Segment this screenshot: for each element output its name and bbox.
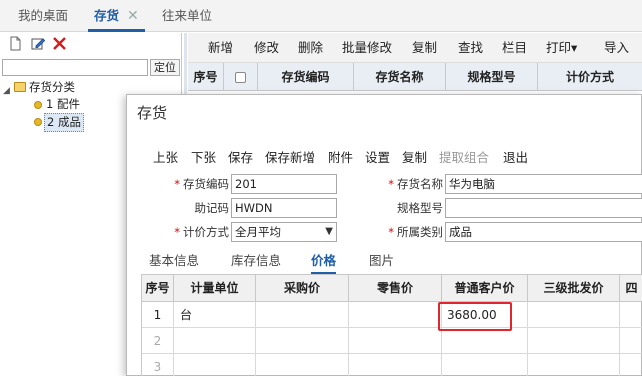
tab-inventory[interactable]: 存货 ✕ — [88, 0, 145, 32]
top-tab-bar: 我的桌面 存货 ✕ 往来单位 — [0, 0, 642, 32]
next-record-button[interactable]: 下张 — [191, 147, 216, 166]
unit-cell[interactable]: 台 — [173, 302, 255, 328]
col-header[interactable]: 存货编码 — [258, 63, 354, 91]
save-and-new-button[interactable]: 保存新增 — [265, 147, 315, 166]
tree-item-label: 2 成品 — [44, 113, 84, 132]
col-header: 四 — [619, 275, 642, 302]
select-all-cell — [224, 63, 258, 91]
col-header: 零售价 — [348, 275, 441, 302]
highlight-annotation — [438, 302, 512, 331]
col-header[interactable]: 计价方式 — [538, 63, 642, 91]
tab-label: 往来单位 — [162, 8, 213, 23]
col-header: 普通客户价 — [441, 275, 527, 302]
delete-icon[interactable] — [52, 36, 67, 51]
level3-price-cell[interactable] — [527, 302, 619, 328]
extract-combo-button[interactable]: 提取组合 — [439, 147, 489, 166]
unit-cell[interactable] — [173, 354, 255, 376]
pricing-select[interactable]: 全月平均 ▼ — [231, 222, 337, 242]
unit-cell[interactable] — [173, 328, 255, 354]
import-button[interactable]: 导入 — [604, 33, 629, 63]
tab-image[interactable]: 图片 — [369, 250, 394, 269]
close-icon[interactable]: ✕ — [127, 8, 139, 24]
pricing-label: * 计价方式 — [174, 225, 229, 239]
folder-icon — [14, 82, 26, 92]
purchase-price-cell[interactable] — [255, 302, 348, 328]
exit-button[interactable]: 退出 — [503, 147, 528, 166]
leaf-icon — [34, 101, 42, 109]
row-number: 2 — [141, 328, 173, 354]
level3-price-cell[interactable] — [527, 354, 619, 376]
category-search-input[interactable] — [2, 59, 148, 76]
normal-customer-price-cell[interactable] — [441, 354, 527, 376]
retail-price-cell[interactable] — [348, 354, 441, 376]
pricing-value: 全月平均 — [235, 225, 281, 239]
table-row: 3 — [141, 354, 642, 376]
tab-stock-info[interactable]: 库存信息 — [231, 250, 281, 269]
code-label: * 存货编码 — [174, 177, 229, 191]
tab-basic-info[interactable]: 基本信息 — [149, 250, 199, 269]
tree-item-label: 1 配件 — [46, 97, 80, 111]
edit-icon[interactable] — [30, 36, 45, 51]
left-toolbar — [0, 33, 181, 55]
modify-button[interactable]: 修改 — [254, 33, 279, 63]
col-header: 三级批发价 — [527, 275, 619, 302]
level4-price-cell[interactable] — [619, 328, 642, 354]
list-table-header: 序号 存货编码 存货名称 规格型号 计价方式 — [188, 63, 642, 91]
col-header: 序号 — [188, 63, 224, 91]
new-document-icon[interactable] — [8, 36, 23, 51]
col-header[interactable]: 规格型号 — [446, 63, 538, 91]
copy-button[interactable]: 复制 — [402, 147, 427, 166]
dialog-title: 存货 — [137, 104, 168, 122]
save-button[interactable]: 保存 — [228, 147, 253, 166]
category-field[interactable]: 成品 — [445, 222, 642, 242]
add-button[interactable]: 新增 — [208, 33, 233, 63]
name-field[interactable]: 华为电脑 — [445, 174, 642, 194]
find-button[interactable]: 查找 — [458, 33, 483, 63]
batch-modify-button[interactable]: 批量修改 — [342, 33, 392, 63]
table-row: 2 — [141, 328, 642, 354]
tab-label: 存货 — [94, 8, 120, 23]
copy-button[interactable]: 复制 — [412, 33, 437, 63]
prev-record-button[interactable]: 上张 — [153, 147, 178, 166]
col-header: 计量单位 — [173, 275, 255, 302]
row-number: 1 — [141, 302, 173, 328]
locate-button[interactable]: 定位 — [150, 59, 180, 76]
category-label: * 所属类别 — [388, 225, 443, 239]
select-all-checkbox[interactable] — [235, 72, 246, 83]
columns-button[interactable]: 栏目 — [502, 33, 527, 63]
retail-price-cell[interactable] — [348, 302, 441, 328]
attachment-button[interactable]: 附件 — [328, 147, 353, 166]
level3-price-cell[interactable] — [527, 328, 619, 354]
spec-field[interactable] — [445, 198, 642, 218]
level4-price-cell[interactable] — [619, 302, 642, 328]
purchase-price-cell[interactable] — [255, 328, 348, 354]
chevron-down-icon: ▼ — [325, 226, 333, 237]
settings-button[interactable]: 设置 — [365, 147, 390, 166]
tab-my-desktop[interactable]: 我的桌面 — [18, 0, 68, 32]
col-header[interactable]: 存货名称 — [354, 63, 446, 91]
tab-price[interactable]: 价格 — [311, 250, 337, 274]
spec-label: 规格型号 — [397, 201, 443, 215]
tab-label: 我的桌面 — [18, 8, 69, 23]
code-field[interactable]: 201 — [231, 174, 337, 194]
level4-price-cell[interactable] — [619, 354, 642, 376]
mnemonic-field[interactable]: HWDN — [231, 198, 337, 218]
name-label: * 存货名称 — [388, 177, 443, 191]
tab-contacts[interactable]: 往来单位 — [162, 0, 212, 32]
row-number: 3 — [141, 354, 173, 376]
inventory-dialog: 存货 上张 下张 保存 保存新增 附件 设置 复制 提取组合 退出 * 存货编码 … — [126, 94, 642, 376]
delete-button[interactable]: 删除 — [298, 33, 323, 63]
table-row: 1 台 3680.00 — [141, 302, 642, 328]
col-header: 序号 — [141, 275, 173, 302]
mnemonic-label: 助记码 — [194, 201, 230, 215]
normal-customer-price-cell[interactable] — [441, 328, 527, 354]
tree-root-label: 存货分类 — [29, 80, 75, 94]
print-button[interactable]: 打印▾ — [546, 33, 577, 63]
leaf-icon — [34, 118, 42, 126]
price-grid-header: 序号 计量单位 采购价 零售价 普通客户价 三级批发价 四 — [141, 274, 642, 302]
col-header: 采购价 — [255, 275, 348, 302]
list-toolbar: 新增 修改 删除 批量修改 复制 查找 栏目 打印▾ 导入 — [188, 33, 642, 63]
retail-price-cell[interactable] — [348, 328, 441, 354]
purchase-price-cell[interactable] — [255, 354, 348, 376]
